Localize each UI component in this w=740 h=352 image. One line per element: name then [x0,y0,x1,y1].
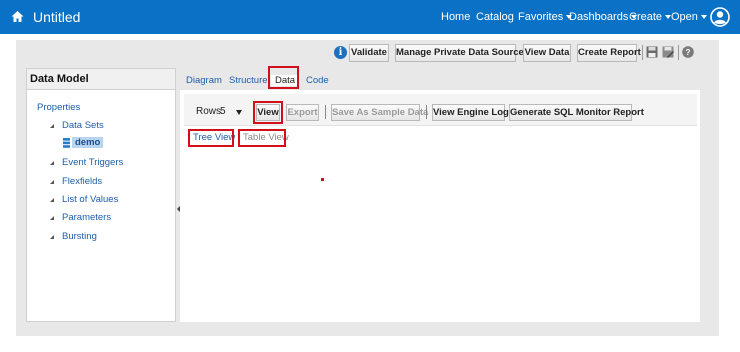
create-report-button[interactable]: Create Report [577,44,641,62]
tree-item-list-of-values[interactable]: List of Values [62,194,118,205]
page-title: Untitled [33,9,81,25]
view-button-highlight [253,101,283,124]
validate-button[interactable]: Validate [349,44,389,62]
nav-favorites-label: Favorites [518,11,564,23]
expand-triangle-icon[interactable] [50,235,54,239]
top-bar: Untitled Home Catalog Favorites Dashboar… [0,0,740,34]
tree-view-highlight [188,129,234,147]
tree-item-bursting[interactable]: Bursting [62,231,97,242]
table-view-highlight [238,129,286,147]
tab-structure[interactable]: Structure [229,75,268,86]
nav-catalog[interactable]: Catalog [476,11,514,23]
nav-create-menu[interactable]: Create [629,11,672,23]
tree-item-flexfields[interactable]: Flexfields [62,176,102,187]
toolbar-divider [325,105,326,119]
save-as-icon[interactable] [662,46,674,58]
toolbar-divider [678,45,679,60]
expand-triangle-icon[interactable] [50,216,54,220]
view-data-button[interactable]: View Data [523,44,571,62]
tab-code[interactable]: Code [306,75,329,86]
toolbar-divider [426,105,427,119]
nav-open-menu[interactable]: Open [671,11,707,23]
svg-text:?: ? [685,47,690,57]
info-icon[interactable]: i [334,46,347,59]
tree-item-properties[interactable]: Properties [37,102,80,113]
rows-select[interactable]: 5 [220,106,226,117]
user-avatar-icon[interactable] [710,7,730,27]
save-icon[interactable] [646,46,658,58]
manage-private-data-sources-button[interactable]: Manage Private Data Sources [395,44,529,62]
tab-data-highlight [268,66,299,89]
tree-item-parameters[interactable]: Parameters [62,212,111,223]
toolbar-divider [642,45,643,60]
nav-home[interactable]: Home [441,11,470,23]
nav-favorites-menu[interactable]: Favorites [518,11,573,23]
tree-item-dataset[interactable]: demo [72,137,104,148]
expand-triangle-icon[interactable] [50,180,54,184]
rows-label: Rows [196,106,222,117]
dataset-icon [63,138,70,148]
expand-triangle-icon[interactable] [50,198,54,202]
expand-triangle-icon[interactable] [50,124,54,128]
save-as-sample-data-button[interactable]: Save As Sample Data [331,104,428,121]
home-icon[interactable] [11,10,24,23]
export-button[interactable]: Export [286,104,319,121]
nav-create-label: Create [629,11,663,23]
cursor-marker [321,178,324,181]
nav-dashboards-label: Dashboards [569,11,629,23]
nav-dashboards-menu[interactable]: Dashboards [569,11,638,23]
tree-item-data-sets[interactable]: Data Sets [62,120,104,131]
data-model-header: Data Model [27,69,175,90]
chevron-down-icon[interactable] [236,110,242,115]
tree-item-event-triggers[interactable]: Event Triggers [62,157,123,168]
nav-open-label: Open [671,11,698,23]
help-icon[interactable]: ? [682,46,694,58]
view-engine-log-button[interactable]: View Engine Log [432,104,509,121]
generate-sql-monitor-report-button[interactable]: Generate SQL Monitor Report [509,104,644,121]
chevron-down-icon [700,15,707,20]
expand-triangle-icon[interactable] [50,161,54,165]
tab-diagram[interactable]: Diagram [186,75,222,86]
